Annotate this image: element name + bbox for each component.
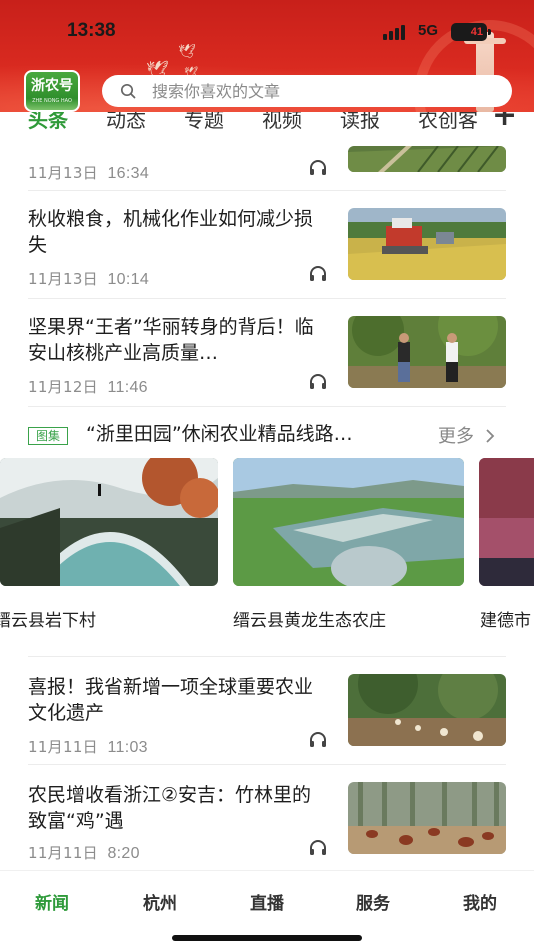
news-title: 农民增收看浙江②安吉：竹林里的致富“鸡”遇 [28, 784, 312, 832]
news-thumbnail [348, 674, 506, 746]
nav-news[interactable]: 新闻 [12, 889, 92, 914]
gallery-caption: 建德市 [480, 611, 531, 631]
gallery-title: “浙里田园”休闲农业精品线路… [86, 423, 353, 445]
search-bar[interactable] [102, 75, 512, 107]
logo-subtext: ZHE NONG HAO [32, 98, 72, 104]
news-item[interactable]: 11月13日 16:34 [28, 146, 506, 190]
news-title: 秋收粮食，机械化作业如何减少损失 [28, 208, 314, 256]
gallery-image [479, 458, 534, 586]
news-thumbnail [348, 316, 506, 388]
news-meta: 11月11日 8:20 [28, 842, 140, 863]
app-logo[interactable]: 浙农号 ZHE NONG HAO [24, 70, 80, 112]
status-time: 13:38 [67, 20, 116, 41]
news-time: 16:34 [107, 165, 150, 182]
gallery-card[interactable] [233, 458, 464, 586]
news-time: 11:46 [107, 379, 148, 396]
headphone-icon[interactable] [308, 838, 328, 856]
battery-icon: 41 [451, 23, 491, 41]
divider [28, 406, 506, 407]
gallery-image [233, 458, 464, 586]
news-item[interactable]: 秋收粮食，机械化作业如何减少损失 11月13日 10:14 [28, 206, 506, 296]
news-time: 10:14 [107, 271, 150, 288]
gallery-card[interactable] [479, 458, 534, 586]
news-date: 11月11日 [28, 738, 98, 756]
nav-me[interactable]: 我的 [440, 889, 520, 914]
news-item[interactable]: 喜报！我省新增一项全球重要农业文化遗产 11月11日 11:03 [28, 674, 506, 764]
home-indicator[interactable] [172, 935, 362, 941]
status-bar: 13:38 5G 41 [0, 18, 534, 48]
signal-icon [383, 24, 411, 40]
headphone-icon[interactable] [308, 372, 328, 390]
headphone-icon[interactable] [308, 158, 328, 176]
nav-services[interactable]: 服务 [333, 889, 413, 914]
news-meta: 11月11日 11:03 [28, 736, 148, 757]
news-meta: 11月13日 10:14 [28, 268, 149, 289]
network-type: 5G [418, 22, 439, 39]
news-thumbnail [348, 208, 506, 280]
headphone-icon[interactable] [308, 264, 328, 282]
chevron-right-icon [486, 429, 495, 443]
news-date: 11月13日 [28, 270, 98, 288]
nav-live[interactable]: 直播 [227, 889, 307, 914]
news-item[interactable]: 农民增收看浙江②安吉：竹林里的致富“鸡”遇 11月11日 8:20 [28, 782, 506, 862]
news-title: 坚果界“王者”华丽转身的背后！临安山核桃产业高质量… [28, 316, 314, 364]
news-date: 11月13日 [28, 164, 98, 182]
news-date: 11月12日 [28, 378, 98, 396]
divider [28, 656, 506, 657]
search-input[interactable] [152, 79, 492, 103]
gallery-more-label: 更多 [438, 426, 474, 447]
news-meta: 11月13日 16:34 [28, 162, 149, 183]
divider [28, 190, 506, 191]
logo-text: 浙农号 [31, 78, 73, 94]
gallery-card[interactable] [0, 458, 218, 586]
news-time: 11:03 [107, 739, 148, 756]
gallery-image [0, 458, 218, 586]
gallery-caption: 缙云县黄龙生态农庄 [233, 611, 386, 631]
search-icon [120, 83, 136, 99]
news-item[interactable]: 坚果界“王者”华丽转身的背后！临安山核桃产业高质量… 11月12日 11:46 [28, 314, 506, 404]
gallery-more-link[interactable]: 更多 [438, 422, 496, 448]
news-thumbnail [348, 146, 506, 172]
news-title: 喜报！我省新增一项全球重要农业文化遗产 [28, 676, 314, 724]
app-header: 🕊 🕊 🕊 13:38 5G 41 浙农号 ZHE NONG HAO [0, 0, 534, 112]
news-date: 11月11日 [28, 844, 98, 862]
news-thumbnail [348, 782, 506, 854]
gallery-header[interactable]: 图集 “浙里田园”休闲农业精品线路… 更多 [28, 420, 506, 450]
divider [28, 298, 506, 299]
headphone-icon[interactable] [308, 730, 328, 748]
nav-hangzhou[interactable]: 杭州 [120, 889, 200, 914]
news-time: 8:20 [107, 845, 140, 862]
gallery-caption: 缙云县岩下村 [0, 611, 96, 631]
gallery-badge: 图集 [28, 427, 68, 445]
news-meta: 11月12日 11:46 [28, 376, 148, 397]
divider [28, 764, 506, 765]
